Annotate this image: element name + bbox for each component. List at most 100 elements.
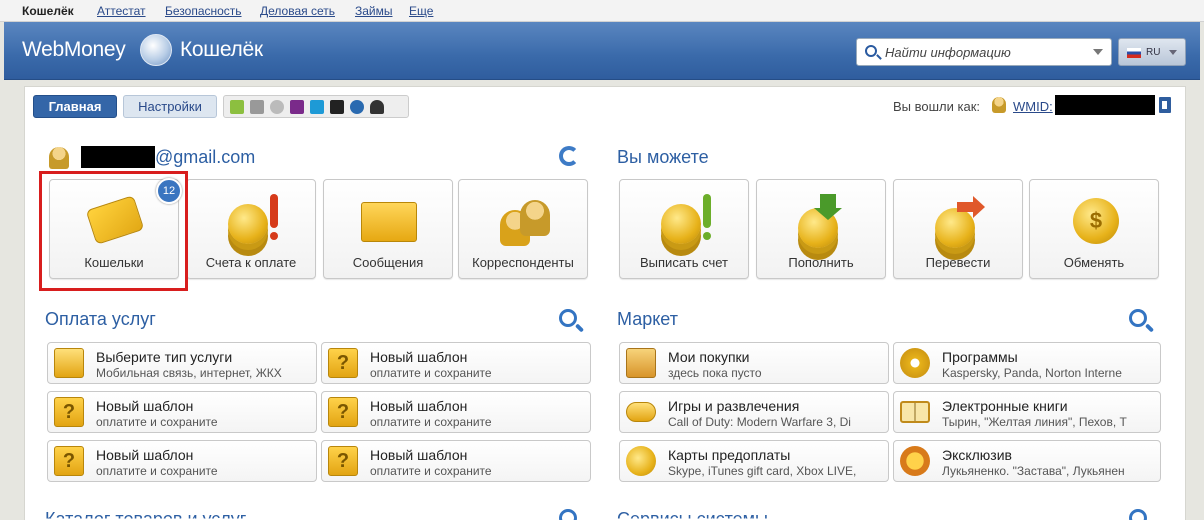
tile-label: Пополнить <box>788 255 854 270</box>
service-title: Новый шаблон <box>370 349 468 365</box>
tile-top-up[interactable]: Пополнить <box>756 179 886 279</box>
question-icon: ? <box>328 397 358 427</box>
account-avatar-icon <box>49 147 69 169</box>
market-subtitle: Call of Duty: Modern Warfare 3, Di <box>668 415 851 429</box>
award-medal-icon <box>900 446 930 476</box>
service-item[interactable]: Выберите тип услуги Мобильная связь, инт… <box>47 342 317 384</box>
envelope-icon <box>361 202 417 242</box>
market-item[interactable]: Электронные книги Тырин, "Желтая линия",… <box>893 391 1161 433</box>
service-subtitle: оплатите и сохраните <box>370 464 492 478</box>
payments-section-title: Оплата услуг <box>45 309 156 329</box>
wmid-link[interactable]: WMID: <box>1013 99 1053 114</box>
search-icon[interactable] <box>559 509 577 520</box>
coins-alert-icon <box>224 194 280 246</box>
service-item[interactable]: ? Новый шаблон оплатите и сохраните <box>47 391 317 433</box>
contacts-icon <box>496 194 552 246</box>
market-subtitle: Лукьяненко. "Застава", Лукьянен <box>942 464 1125 478</box>
service-title: Новый шаблон <box>96 447 194 463</box>
nav-wallet[interactable]: Кошелёк <box>22 4 74 18</box>
app-header: WebMoney Кошелёк Найти информацию RU <box>4 22 1200 80</box>
tile-label: Перевести <box>925 255 991 270</box>
market-item[interactable]: Программы Kaspersky, Panda, Norton Inter… <box>893 342 1161 384</box>
service-item[interactable]: ? Новый шаблон оплатите и сохраните <box>321 391 591 433</box>
market-section-title: Маркет <box>617 309 678 329</box>
service-item[interactable]: ? Новый шаблон оплатите и сохраните <box>321 342 591 384</box>
service-title: Новый шаблон <box>370 398 468 414</box>
service-types-icon <box>54 348 84 378</box>
refresh-icon[interactable] <box>559 146 579 166</box>
prepaid-coins-icon <box>626 446 656 476</box>
redacted-wmid <box>1055 95 1155 115</box>
market-title: Программы <box>942 349 1018 365</box>
tile-issue-invoice[interactable]: Выписать счет <box>619 179 749 279</box>
exchange-coins-icon: $ <box>1067 194 1123 246</box>
market-item[interactable]: Эксклюзив Лукьяненко. "Застава", Лукьяне… <box>893 440 1161 482</box>
russia-flag-icon <box>1127 48 1141 58</box>
tab-settings[interactable]: Настройки <box>123 95 217 118</box>
tile-correspondents[interactable]: Корреспонденты <box>458 179 588 279</box>
account-email: @gmail.com <box>155 147 256 167</box>
question-icon: ? <box>54 397 84 427</box>
can-section-title: Вы можете <box>617 147 709 167</box>
coins-alert-icon <box>657 194 713 246</box>
market-subtitle: Skype, iTunes gift card, Xbox LIVE, <box>668 464 857 478</box>
apple-icon[interactable] <box>250 100 264 114</box>
search-input[interactable]: Найти информацию <box>856 38 1112 66</box>
x-icon[interactable] <box>270 100 284 114</box>
service-item[interactable]: ? Новый шаблон оплатите и сохраните <box>321 440 591 482</box>
tile-label: Корреспонденты <box>472 255 574 270</box>
language-selector[interactable]: RU <box>1118 38 1186 66</box>
search-icon[interactable] <box>1129 309 1147 327</box>
linux-icon[interactable] <box>370 100 384 114</box>
top-navigation: Кошелёк Аттестат Безопасность Деловая се… <box>0 0 1204 22</box>
service-subtitle: оплатите и сохраните <box>370 415 492 429</box>
nav-more[interactable]: Еще <box>409 4 433 18</box>
market-subtitle: Тырин, "Желтая линия", Пехов, Т <box>942 415 1127 429</box>
logout-icon[interactable] <box>1159 97 1171 113</box>
market-title: Игры и развлечения <box>668 398 800 414</box>
tile-label: Счета к оплате <box>205 255 297 270</box>
nav-loans[interactable]: Займы <box>355 4 393 18</box>
language-code: RU <box>1146 47 1161 58</box>
service-title: Новый шаблон <box>96 398 194 414</box>
nav-business-network[interactable]: Деловая сеть <box>260 4 335 18</box>
software-disc-icon <box>900 348 930 378</box>
blackberry-icon[interactable] <box>330 100 344 114</box>
wallets-highlight-box <box>39 171 188 291</box>
nav-security[interactable]: Безопасность <box>165 4 242 18</box>
symbian-icon[interactable] <box>350 100 364 114</box>
services-section-title: Сервисы системы <box>617 509 768 520</box>
market-item[interactable]: Мои покупки здесь пока пусто <box>619 342 889 384</box>
market-subtitle: Kaspersky, Panda, Norton Interne <box>942 366 1122 380</box>
windows-phone-icon[interactable] <box>290 100 304 114</box>
android-icon[interactable] <box>230 100 244 114</box>
catalog-section-title: Каталог товаров и услуг <box>45 509 247 520</box>
tab-main[interactable]: Главная <box>33 95 117 118</box>
search-placeholder: Найти информацию <box>885 45 1011 60</box>
tile-label: Сообщения <box>352 255 424 270</box>
question-icon: ? <box>54 446 84 476</box>
service-item[interactable]: ? Новый шаблон оплатите и сохраните <box>47 440 317 482</box>
search-icon[interactable] <box>559 309 577 327</box>
search-icon[interactable] <box>1129 509 1147 520</box>
gamepad-icon <box>626 402 656 422</box>
windows-icon[interactable] <box>310 100 324 114</box>
tile-messages[interactable]: Сообщения <box>323 179 453 279</box>
market-item[interactable]: Карты предоплаты Skype, iTunes gift card… <box>619 440 889 482</box>
service-subtitle: Мобильная связь, интернет, ЖКХ <box>96 366 282 380</box>
chevron-down-icon[interactable] <box>1093 49 1103 55</box>
coins-down-arrow-icon <box>794 194 850 248</box>
service-title: Выберите тип услуги <box>96 349 233 365</box>
market-item[interactable]: Игры и развлечения Call of Duty: Modern … <box>619 391 889 433</box>
question-icon: ? <box>328 446 358 476</box>
webmoney-globe-icon <box>140 34 172 66</box>
search-icon <box>865 45 877 57</box>
service-title: Новый шаблон <box>370 447 468 463</box>
login-label: Вы вошли как: <box>893 99 981 114</box>
tile-transfer[interactable]: Перевести <box>893 179 1023 279</box>
logo-webmoney[interactable]: WebMoney <box>22 38 126 62</box>
tile-invoices-to-pay[interactable]: Счета к оплате <box>186 179 316 279</box>
tile-exchange[interactable]: $ Обменять <box>1029 179 1159 279</box>
nav-attestat[interactable]: Аттестат <box>97 4 146 18</box>
tile-label: Выписать счет <box>640 255 728 270</box>
